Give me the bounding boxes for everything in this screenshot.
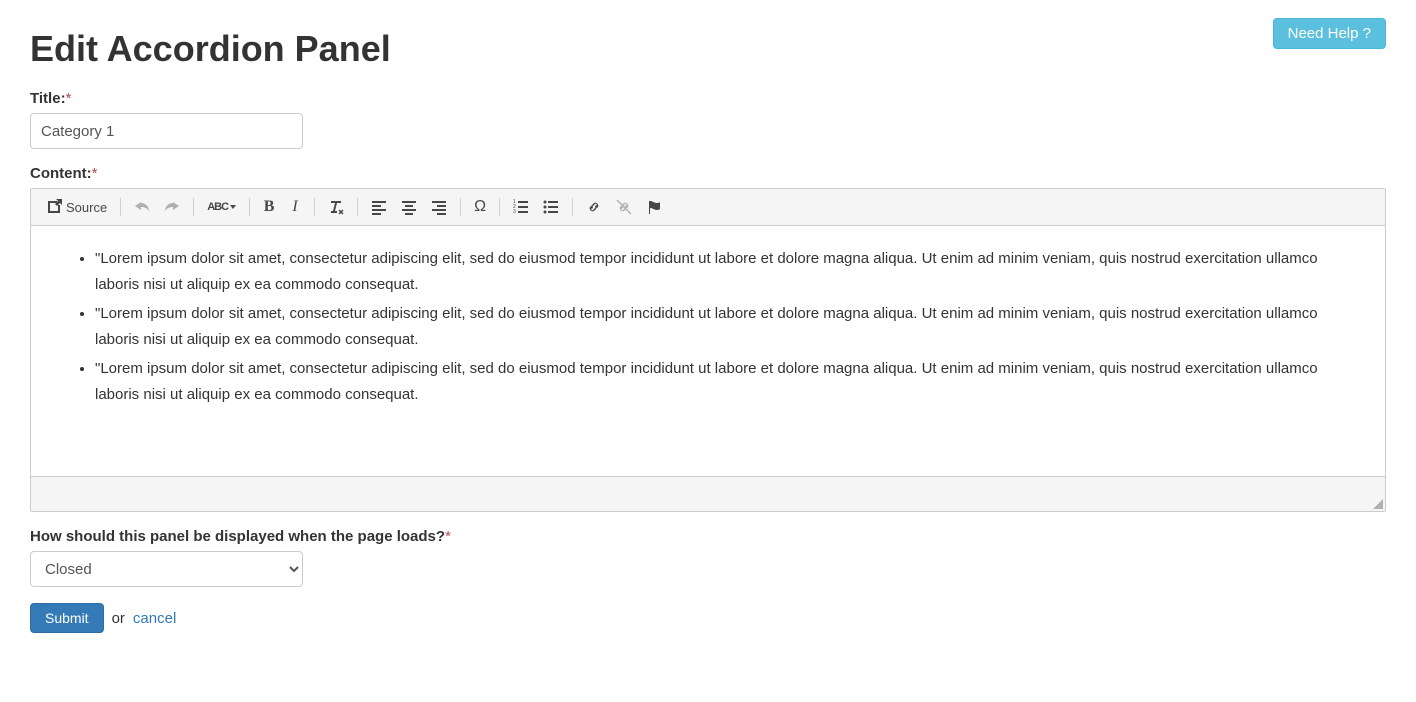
undo-icon — [134, 199, 150, 215]
display-mode-label: How should this panel be displayed when … — [30, 528, 1386, 545]
toolbar-separator — [193, 198, 194, 216]
undo-button[interactable] — [128, 195, 156, 219]
unordered-list-button[interactable] — [537, 195, 565, 219]
omega-icon: Ω — [474, 198, 486, 216]
remove-format-icon — [328, 199, 344, 215]
list-item: "Lorem ipsum dolor sit amet, consectetur… — [95, 246, 1361, 297]
ordered-list-button[interactable]: 123 — [507, 195, 535, 219]
toolbar-separator — [572, 198, 573, 216]
page-title: Edit Accordion Panel — [30, 28, 391, 70]
list-item: "Lorem ipsum dolor sit amet, consectetur… — [95, 356, 1361, 407]
resize-handle[interactable] — [1371, 497, 1383, 509]
spellcheck-button[interactable]: ABC — [201, 195, 242, 219]
source-icon — [46, 199, 62, 215]
align-right-button[interactable] — [425, 195, 453, 219]
display-mode-select[interactable]: Closed — [30, 551, 303, 587]
list-item: "Lorem ipsum dolor sit amet, consectetur… — [95, 301, 1361, 352]
bold-button[interactable]: B — [257, 195, 281, 219]
content-label: Content:* — [30, 165, 1386, 182]
rich-text-editor: Source ABC B I — [30, 188, 1386, 512]
link-button[interactable] — [580, 195, 608, 219]
toolbar-separator — [120, 198, 121, 216]
toolbar-separator — [357, 198, 358, 216]
required-marker: * — [445, 528, 451, 545]
remove-format-button[interactable] — [322, 195, 350, 219]
source-button[interactable]: Source — [40, 195, 113, 219]
bold-icon: B — [264, 198, 275, 216]
editor-toolbar: Source ABC B I — [31, 189, 1385, 226]
toolbar-separator — [499, 198, 500, 216]
align-center-icon — [401, 199, 417, 215]
link-icon — [586, 199, 602, 215]
italic-icon: I — [292, 198, 297, 216]
redo-icon — [164, 199, 180, 215]
italic-button[interactable]: I — [283, 195, 307, 219]
ordered-list-icon: 123 — [513, 199, 529, 215]
toolbar-separator — [249, 198, 250, 216]
unlink-icon — [616, 199, 632, 215]
need-help-button[interactable]: Need Help ? — [1273, 18, 1386, 49]
unordered-list-icon — [543, 199, 559, 215]
align-center-button[interactable] — [395, 195, 423, 219]
submit-button[interactable]: Submit — [30, 603, 104, 633]
toolbar-separator — [314, 198, 315, 216]
required-marker: * — [66, 90, 72, 107]
flag-icon — [646, 199, 662, 215]
cancel-link[interactable]: cancel — [133, 610, 176, 627]
align-left-icon — [371, 199, 387, 215]
special-char-button[interactable]: Ω — [468, 195, 492, 219]
required-marker: * — [92, 165, 98, 182]
redo-button[interactable] — [158, 195, 186, 219]
or-text: or — [112, 610, 125, 627]
anchor-button[interactable] — [640, 195, 668, 219]
svg-text:3: 3 — [513, 209, 516, 215]
title-label: Title:* — [30, 90, 1386, 107]
editor-content-area[interactable]: "Lorem ipsum dolor sit amet, consectetur… — [31, 226, 1385, 476]
content-list: "Lorem ipsum dolor sit amet, consectetur… — [55, 246, 1361, 407]
unlink-button[interactable] — [610, 195, 638, 219]
editor-footer — [31, 476, 1385, 511]
title-input[interactable] — [30, 113, 303, 149]
align-left-button[interactable] — [365, 195, 393, 219]
toolbar-separator — [460, 198, 461, 216]
align-right-icon — [431, 199, 447, 215]
